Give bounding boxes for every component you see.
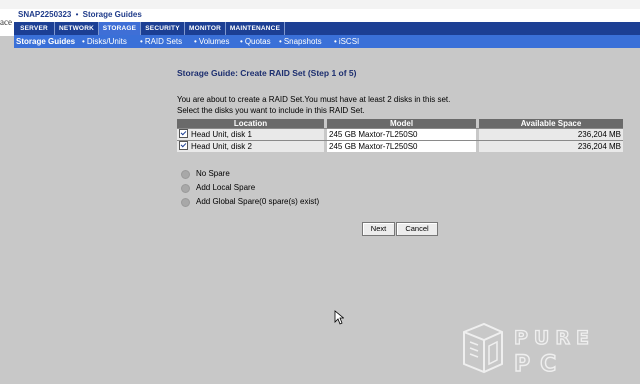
page-title: Storage Guide: Create RAID Set (Step 1 o… (177, 68, 357, 78)
local-spare-radio[interactable] (181, 184, 190, 193)
no-spare-radio[interactable] (181, 170, 190, 179)
sub-nav: Storage Guides • Disks/Units • RAID Sets •… (14, 35, 640, 48)
subnav-iscsi[interactable]: • iSCSI (334, 35, 359, 48)
tab-storage[interactable]: STORAGE (99, 22, 141, 35)
disk-2-model: 245 GB Maxtor-7L250S0 (327, 140, 476, 152)
table-header-row: Location Model Available Space (177, 119, 623, 129)
disk-1-location: Head Unit, disk 1 (191, 130, 252, 139)
subnav-disks-units[interactable]: • Disks/Units (82, 35, 127, 48)
col-location: Location (177, 119, 324, 129)
location-cell: Head Unit, disk 2 (177, 140, 324, 152)
tab-maintenance[interactable]: MAINTENANCE (226, 22, 285, 35)
logo-cube-icon (463, 322, 503, 374)
local-spare-label: Add Local Spare (196, 183, 256, 192)
location-cell: Head Unit, disk 1 (177, 128, 324, 141)
purepc-watermark-logo: PURE PC (463, 322, 595, 376)
system-name: SNAP2250323 (18, 10, 72, 19)
intro-line-1: You are about to create a RAID Set.You m… (177, 95, 451, 104)
subnav-snapshots[interactable]: • Snapshots (279, 35, 322, 48)
global-spare-radio[interactable] (181, 198, 190, 207)
browser-left-edge: ace (0, 9, 15, 36)
tab-network[interactable]: NETWORK (55, 22, 99, 35)
cancel-button[interactable]: Cancel (396, 222, 438, 236)
table-row: Head Unit, disk 1 245 GB Maxtor-7L250S0 … (177, 128, 623, 141)
global-spare-label: Add Global Spare(0 spare(s) exist) (196, 197, 320, 206)
mouse-cursor-icon (334, 310, 344, 325)
subnav-raid-sets[interactable]: • RAID Sets (140, 35, 182, 48)
tab-server[interactable]: SERVER (14, 22, 55, 35)
disk-1-space: 236,204 MB (479, 128, 623, 141)
subnav-volumes[interactable]: • Volumes (194, 35, 230, 48)
header-title: SNAP2250323 • Storage Guides (18, 10, 142, 19)
subnav-storage-guides[interactable]: Storage Guides (16, 35, 75, 48)
disk-2-checkbox[interactable] (179, 141, 188, 150)
intro-line-2: Select the disks you want to include in … (177, 106, 365, 115)
app-header: SNAP2250323 • Storage Guides (14, 9, 640, 22)
intro-text: You are about to create a RAID Set.You m… (177, 94, 450, 116)
disk-table: Location Model Available Space Head Unit… (177, 119, 623, 152)
header-separator: • (75, 10, 79, 19)
logo-word-line-1: PURE (514, 327, 595, 349)
col-model: Model (327, 119, 476, 129)
col-space: Available Space (479, 119, 623, 129)
disk-2-space: 236,204 MB (479, 140, 623, 152)
no-spare-label: No Spare (196, 169, 230, 178)
tab-monitor[interactable]: MONITOR (185, 22, 226, 35)
disk-1-checkbox[interactable] (179, 129, 188, 138)
disk-2-location: Head Unit, disk 2 (191, 142, 252, 151)
left-edge-text: ace (0, 17, 12, 27)
subnav-quotas[interactable]: • Quotas (240, 35, 271, 48)
tab-security[interactable]: SECURITY (141, 22, 185, 35)
logo-word-line-2: PC (514, 352, 566, 376)
next-button[interactable]: Next (362, 222, 395, 236)
disk-1-model: 245 GB Maxtor-7L250S0 (327, 128, 476, 141)
header-section: Storage Guides (82, 10, 142, 19)
table-row: Head Unit, disk 2 245 GB Maxtor-7L250S0 … (177, 140, 623, 152)
main-nav: SERVER NETWORK STORAGE SECURITY MONITOR … (14, 22, 640, 35)
